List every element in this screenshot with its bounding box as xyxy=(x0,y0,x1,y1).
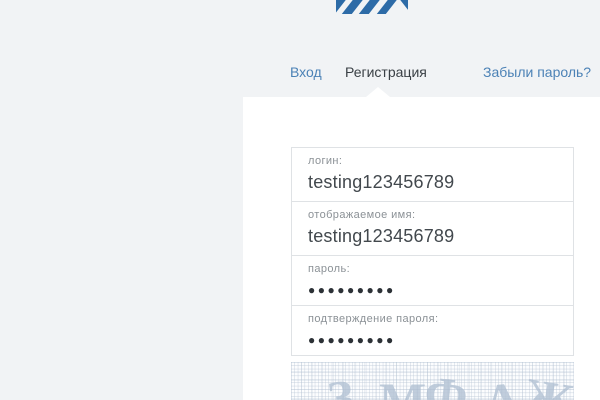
registration-page: HYDRA Вход Регистрация Забыли пароль? ло… xyxy=(0,0,600,400)
password-input[interactable]: пароль: ●●●●●●●●● xyxy=(291,255,574,306)
login-label: логин: xyxy=(308,155,557,167)
site-logo-wordmark: HYDRA xyxy=(410,0,546,12)
password-value[interactable]: ●●●●●●●●● xyxy=(308,283,557,297)
tab-login[interactable]: Вход xyxy=(290,64,322,80)
password-confirm-input[interactable]: подтверждение пароля: ●●●●●●●●● xyxy=(291,305,574,356)
password-confirm-value[interactable]: ●●●●●●●●● xyxy=(308,333,557,347)
login-input[interactable]: логин: testing123456789 xyxy=(291,147,574,202)
display-name-value[interactable]: testing123456789 xyxy=(308,226,557,247)
display-name-input[interactable]: отображаемое имя: testing123456789 xyxy=(291,201,574,256)
registration-form: логин: testing123456789 отображаемое имя… xyxy=(291,148,574,356)
password-label: пароль: xyxy=(308,263,557,275)
tab-forgot-password[interactable]: Забыли пароль? xyxy=(483,64,591,80)
site-logo-icon xyxy=(336,0,408,15)
tab-registration[interactable]: Регистрация xyxy=(345,64,427,80)
logo-text: HYDRA xyxy=(410,0,545,6)
active-tab-caret xyxy=(366,87,390,97)
password-confirm-label: подтверждение пароля: xyxy=(308,313,557,325)
display-name-label: отображаемое имя: xyxy=(308,209,557,221)
captcha-pattern: З М Ф А Ж xyxy=(291,362,574,400)
login-value[interactable]: testing123456789 xyxy=(308,172,557,193)
captcha-image[interactable]: З М Ф А Ж xyxy=(291,362,574,400)
